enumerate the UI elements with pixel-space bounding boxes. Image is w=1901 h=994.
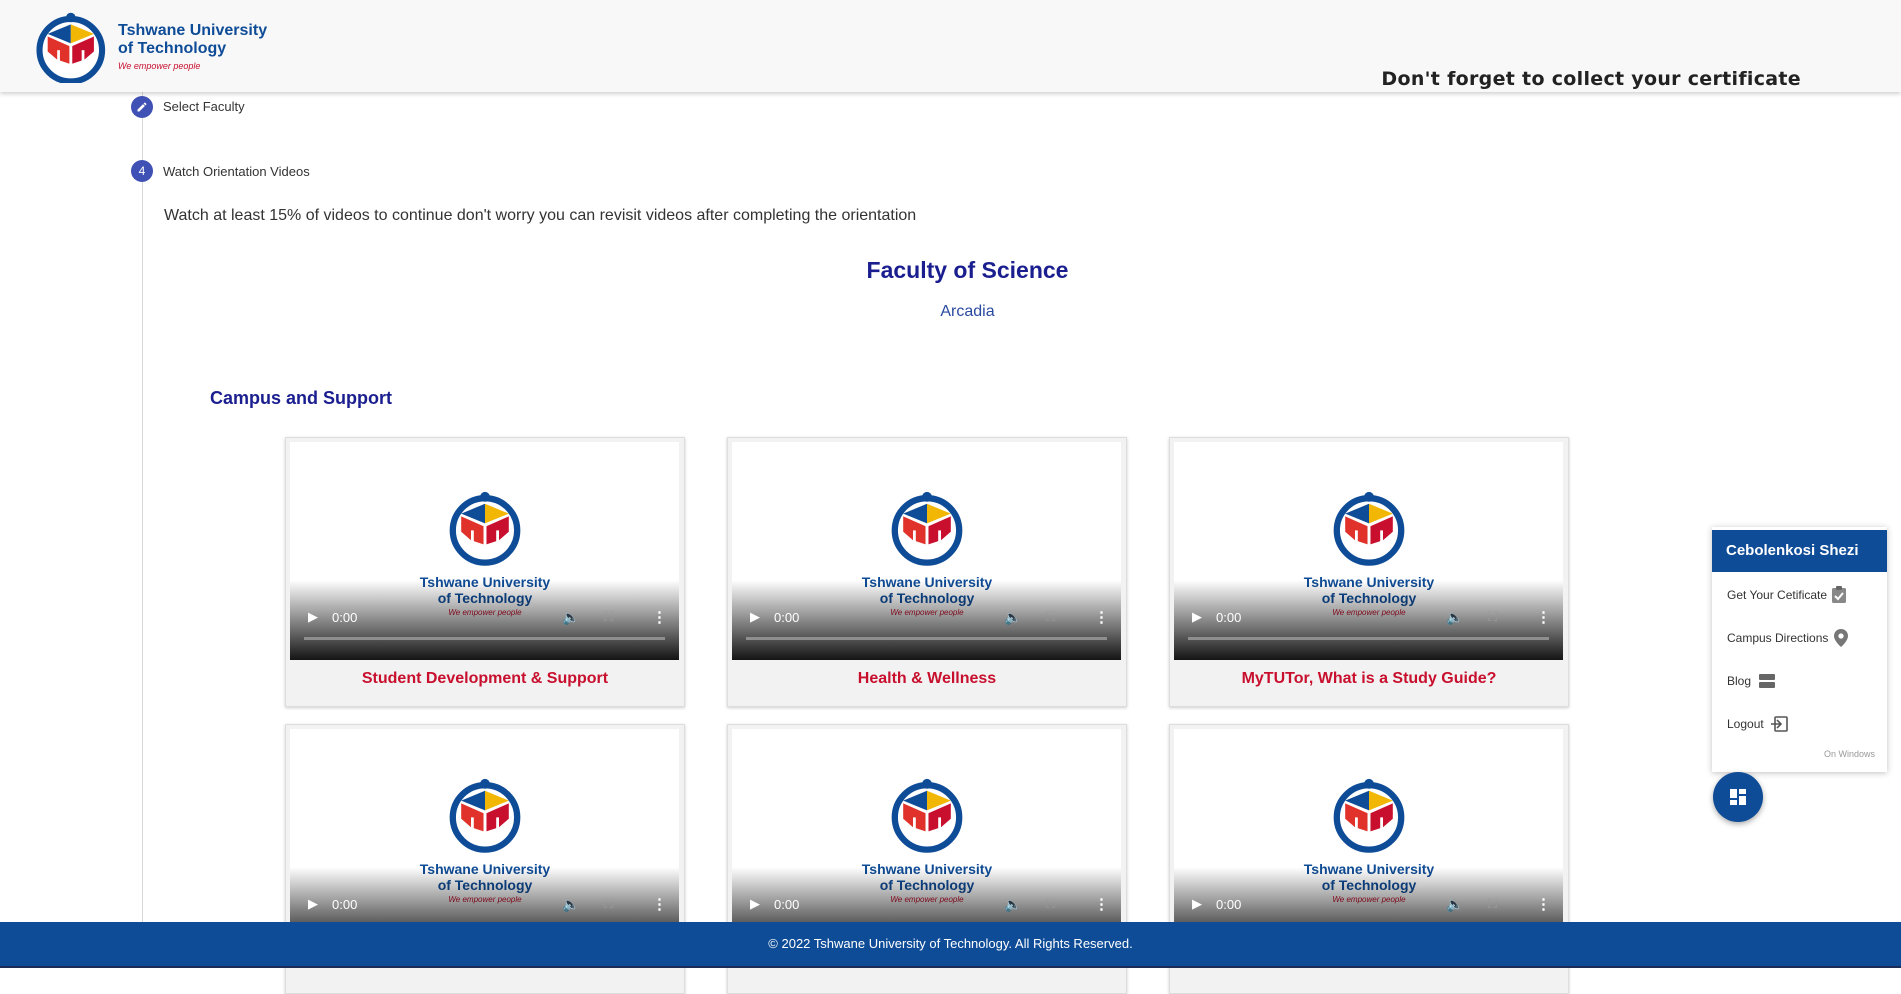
play-icon[interactable]: ▶ [308,609,318,625]
copyright-text: © 2022 Tshwane University of Technology.… [768,936,1133,951]
logo-tagline: We empower people [118,61,200,71]
more-options-icon[interactable]: ⋮ [1536,895,1551,913]
fullscreen-icon[interactable]: ⛶ [1488,609,1497,625]
volume-icon[interactable]: 🔈 [1004,896,1021,913]
user-panel: Cebolenkosi Shezi Get Your Cetificate Ca… [1712,527,1887,772]
video-title: Student Development & Support [361,670,609,687]
video-player[interactable]: Tshwane Universityof TechnologyWe empowe… [290,442,679,660]
panel-note: On Windows [1823,749,1875,759]
logout-icon [1770,716,1788,732]
video-progress-bar[interactable] [746,637,1107,640]
clipboard-check-icon [1831,586,1847,603]
stepper-rail [142,92,143,922]
video-progress-bar[interactable] [304,637,665,640]
video-title: Health & Wellness [857,670,997,687]
user-name: Cebolenkosi Shezi [1712,530,1887,572]
section-title: Campus and Support [210,388,393,408]
volume-icon[interactable]: 🔈 [562,609,579,626]
video-player[interactable]: Tshwane Universityof TechnologyWe empowe… [290,729,679,947]
faculty-title: Faculty of Science [866,257,1069,283]
fullscreen-icon[interactable]: ⛶ [604,609,613,625]
logout-label: Logout [1727,717,1764,731]
map-pin-icon [1834,629,1849,647]
watch-instructions: Watch at least 15% of videos to continue… [164,207,917,224]
video-time: 0:00 [332,610,358,625]
fullscreen-icon[interactable]: ⛶ [1488,896,1497,912]
more-options-icon[interactable]: ⋮ [1094,608,1109,626]
volume-icon[interactable]: 🔈 [1004,609,1021,626]
logo-line2: of Technology [118,40,226,57]
video-progress-bar[interactable] [1188,637,1549,640]
step-watch-videos[interactable]: Watch Orientation Videos [163,164,310,179]
logout-link[interactable]: Logout [1727,716,1788,732]
top-header: Tshwane University of Technology We empo… [0,0,1901,92]
video-time: 0:00 [332,897,358,912]
video-controls: ▶ 0:00 🔈 ⛶ ⋮ [1174,580,1563,660]
video-time: 0:00 [774,897,800,912]
video-controls: ▶ 0:00 🔈 ⛶ ⋮ [290,580,679,660]
certificate-reminder: Don't forget to collect your certificate [1381,68,1801,90]
video-player[interactable]: Tshwane Universityof TechnologyWe empowe… [1174,729,1563,947]
play-icon[interactable]: ▶ [1192,609,1202,625]
tut-logo[interactable]: Tshwane University of Technology We empo… [30,8,280,83]
step-number-badge: 4 [131,160,153,182]
footer: © 2022 Tshwane University of Technology.… [0,922,1901,968]
more-options-icon[interactable]: ⋮ [652,608,667,626]
play-icon[interactable]: ▶ [1192,896,1202,912]
play-icon[interactable]: ▶ [308,896,318,912]
edit-step-icon[interactable] [131,96,153,118]
video-time: 0:00 [1216,897,1242,912]
get-certificate-label: Get Your Cetificate [1727,587,1828,602]
blog-link[interactable]: Blog [1727,673,1776,689]
campus-directions-label: Campus Directions [1727,631,1829,645]
video-player[interactable]: Tshwane Universityof TechnologyWe empowe… [732,442,1121,660]
video-title: MyTUTor, What is a Study Guide? [1241,670,1497,687]
campus-name: Arcadia [940,303,995,320]
volume-icon[interactable]: 🔈 [1446,896,1463,913]
play-icon[interactable]: ▶ [750,609,760,625]
get-certificate-link[interactable]: Get Your Cetificate [1727,586,1847,603]
logo-line1: Tshwane University [118,22,267,39]
blog-icon [1759,673,1776,689]
fullscreen-icon[interactable]: ⛶ [1046,609,1055,625]
video-time: 0:00 [1216,610,1242,625]
video-card: Tshwane Universityof TechnologyWe empowe… [285,437,685,707]
step-select-faculty[interactable]: Select Faculty [163,99,245,114]
dashboard-icon [1730,789,1746,805]
video-player[interactable]: Tshwane Universityof TechnologyWe empowe… [1174,442,1563,660]
dashboard-fab[interactable] [1713,772,1763,822]
volume-icon[interactable]: 🔈 [1446,609,1463,626]
more-options-icon[interactable]: ⋮ [1094,895,1109,913]
campus-directions-link[interactable]: Campus Directions [1727,629,1849,647]
volume-icon[interactable]: 🔈 [562,896,579,913]
video-card: Tshwane Universityof TechnologyWe empowe… [1169,437,1569,707]
more-options-icon[interactable]: ⋮ [1536,608,1551,626]
more-options-icon[interactable]: ⋮ [652,895,667,913]
fullscreen-icon[interactable]: ⛶ [1046,896,1055,912]
play-icon[interactable]: ▶ [750,896,760,912]
video-card: Tshwane Universityof TechnologyWe empowe… [727,437,1127,707]
video-time: 0:00 [774,610,800,625]
fullscreen-icon[interactable]: ⛶ [604,896,613,912]
video-player[interactable]: Tshwane Universityof TechnologyWe empowe… [732,729,1121,947]
blog-label: Blog [1727,674,1752,688]
video-controls: ▶ 0:00 🔈 ⛶ ⋮ [732,580,1121,660]
